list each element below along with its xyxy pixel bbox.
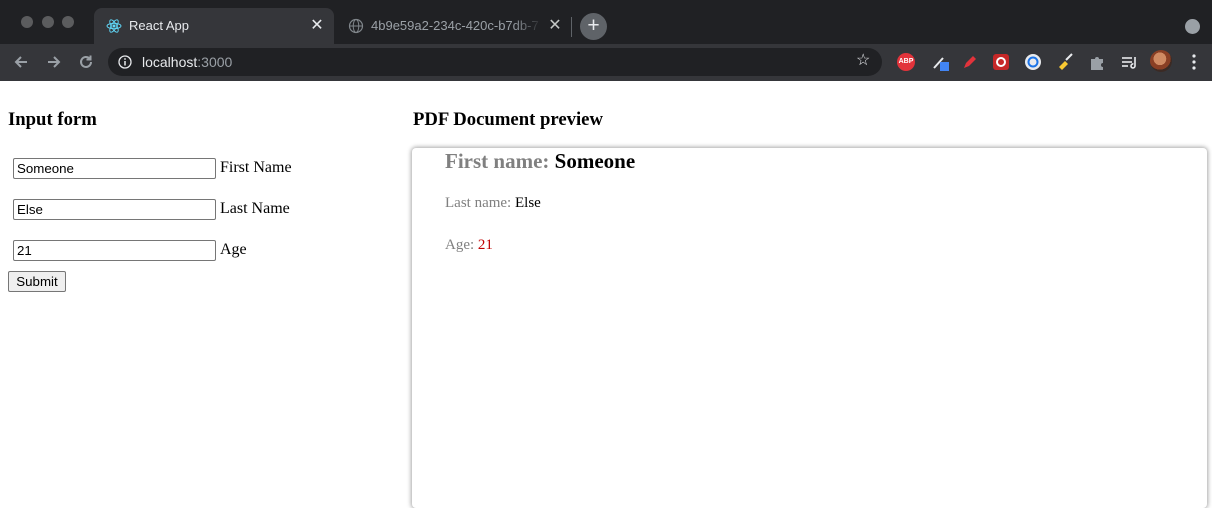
tab-uuid-page[interactable]: 4b9e59a2-234c-420c-b7db-7 ✕ xyxy=(336,8,568,44)
profile-avatar[interactable] xyxy=(1150,50,1172,72)
browser-tab-bar: React App ✕ 4b9e59a2-234c-420c-b7db-7 ✕ … xyxy=(0,0,1212,44)
age-preview-value: 21 xyxy=(477,237,493,253)
broom-extension-icon[interactable] xyxy=(1056,53,1074,71)
age-preview-label: Age: xyxy=(445,237,475,253)
tab-separator xyxy=(571,17,572,37)
globe-icon xyxy=(348,18,364,34)
url-host: localhost xyxy=(142,54,198,70)
page-content: Input form First Name Last Name Age Subm… xyxy=(0,81,1212,508)
new-tab-button[interactable]: + xyxy=(580,13,607,40)
last-name-label: Last Name xyxy=(220,200,290,217)
forward-arrow-icon[interactable] xyxy=(45,53,63,71)
close-tab-icon[interactable]: ✕ xyxy=(546,17,564,35)
input-form-heading: Input form xyxy=(8,109,97,130)
window-close-button[interactable] xyxy=(21,16,33,28)
pdf-preview-frame[interactable]: First name: Someone Last name: Else Age:… xyxy=(412,148,1207,508)
age-label: Age xyxy=(220,241,247,258)
first-name-input[interactable] xyxy=(13,158,216,179)
url-text[interactable]: localhost:3000 xyxy=(142,54,232,70)
media-queue-icon[interactable] xyxy=(1120,53,1138,71)
pen-extension-icon[interactable] xyxy=(960,53,978,71)
adblock-extension-icon[interactable]: ABP xyxy=(897,53,915,71)
tab-react-app[interactable]: React App ✕ xyxy=(94,8,334,44)
bookmark-star-icon[interactable]: ☆ xyxy=(856,51,870,71)
first-name-preview: First name: Someone xyxy=(445,149,635,174)
window-maximize-button[interactable] xyxy=(62,16,74,28)
tab-title: 4b9e59a2-234c-420c-b7db-7 xyxy=(371,18,539,33)
tab-search-icon[interactable] xyxy=(1185,19,1200,34)
close-tab-icon[interactable]: ✕ xyxy=(308,17,326,35)
submit-button[interactable]: Submit xyxy=(8,271,66,292)
reload-icon[interactable] xyxy=(77,53,95,71)
last-name-preview-label: Last name: xyxy=(445,195,512,211)
first-name-preview-value: Someone xyxy=(554,149,636,173)
address-bar[interactable]: localhost:3000 ☆ xyxy=(108,48,882,76)
url-port: :3000 xyxy=(197,54,233,70)
last-name-preview: Last name: Else xyxy=(445,195,541,212)
tab-title: React App xyxy=(129,18,189,33)
tools-extension-icon[interactable] xyxy=(992,53,1010,71)
puzzle-extensions-icon[interactable] xyxy=(1088,53,1106,71)
react-icon xyxy=(106,19,122,33)
back-arrow-icon[interactable] xyxy=(12,53,30,71)
last-name-input[interactable] xyxy=(13,199,216,220)
first-name-label: First Name xyxy=(220,159,292,176)
window-minimize-button[interactable] xyxy=(42,16,54,28)
info-icon[interactable] xyxy=(118,55,132,69)
pdf-preview-heading: PDF Document preview xyxy=(413,109,603,130)
last-name-preview-value: Else xyxy=(514,195,541,211)
color-picker-extension-icon[interactable] xyxy=(931,53,949,71)
kebab-menu-icon[interactable] xyxy=(1185,53,1203,71)
browser-toolbar: localhost:3000 ☆ ABP xyxy=(0,44,1212,81)
password-extension-icon[interactable] xyxy=(1024,53,1042,71)
age-input[interactable] xyxy=(13,240,216,261)
age-preview: Age: 21 xyxy=(445,237,493,254)
first-name-preview-label: First name: xyxy=(445,149,550,173)
